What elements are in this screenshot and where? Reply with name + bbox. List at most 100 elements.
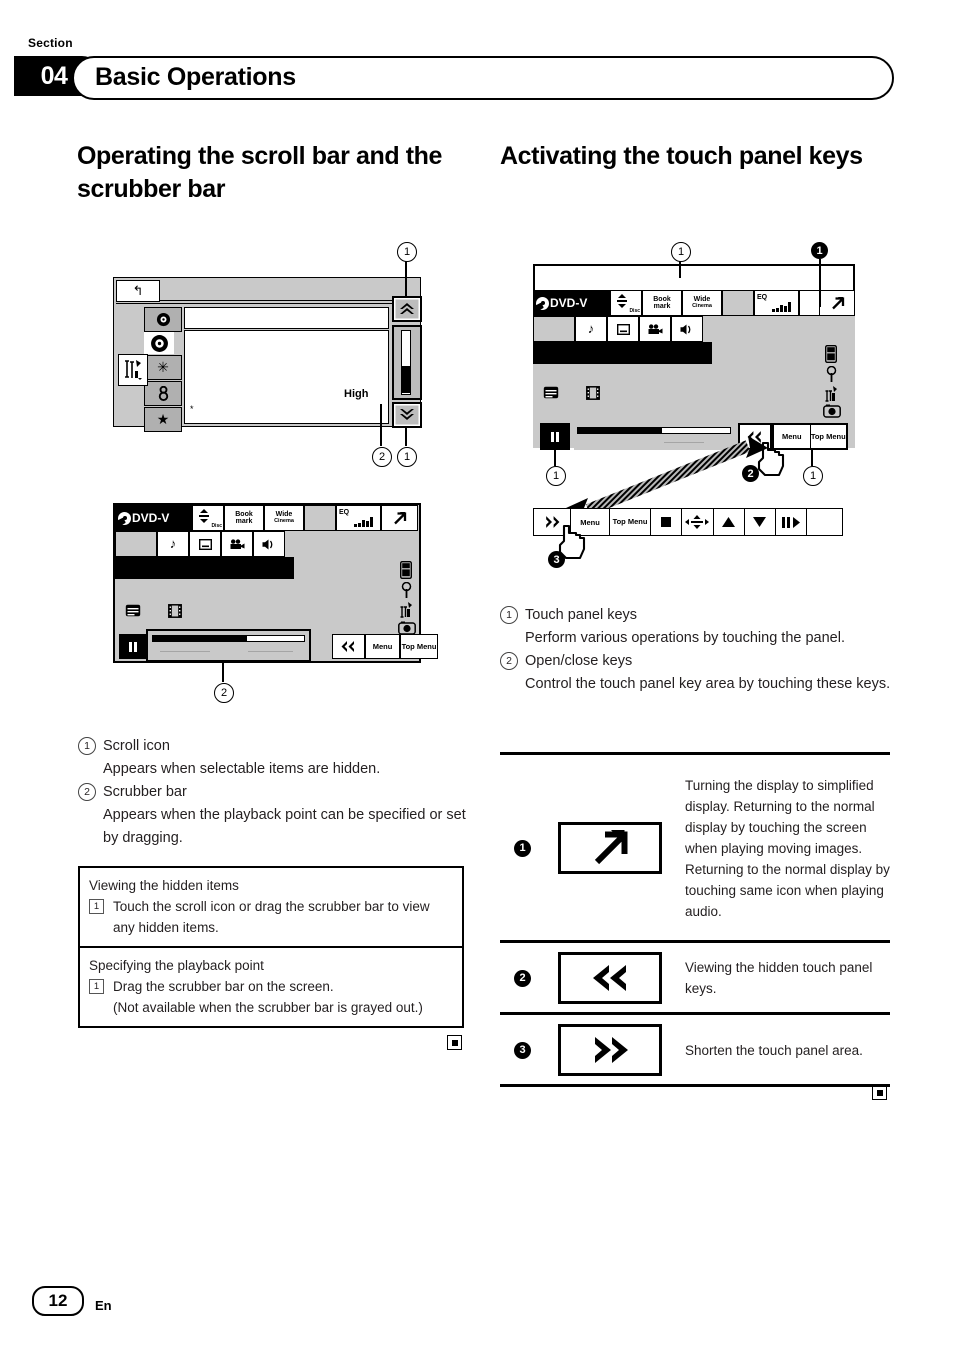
header-key-eq[interactable]: EQ bbox=[754, 290, 799, 316]
icon-reference-table: 1 Turning the display to simplified disp… bbox=[500, 752, 890, 1087]
tools-icon[interactable] bbox=[118, 354, 148, 386]
leader-line-2 bbox=[380, 404, 382, 446]
list-row[interactable] bbox=[184, 307, 389, 329]
list-area[interactable] bbox=[184, 330, 389, 424]
expanded-blank-key[interactable] bbox=[807, 509, 843, 535]
info-band bbox=[533, 342, 712, 364]
star-icon[interactable]: ★ bbox=[144, 407, 182, 432]
disc-icon bbox=[118, 511, 131, 525]
disc-icon[interactable] bbox=[144, 307, 182, 332]
leader-line bbox=[819, 259, 821, 307]
phone-icon[interactable] bbox=[825, 345, 837, 363]
procedure-segment: Specifying the playback point 1 Drag the… bbox=[80, 946, 462, 1026]
back-arrow-icon[interactable]: ↰ bbox=[116, 280, 160, 302]
film-strip-icon bbox=[168, 604, 182, 618]
section-title: Basic Operations bbox=[95, 62, 296, 91]
list-item-body: Perform various operations by touching t… bbox=[525, 630, 845, 646]
leader-line bbox=[679, 260, 681, 278]
step-number: 1 bbox=[89, 979, 104, 994]
callout-2-fig2: 2 bbox=[214, 683, 234, 703]
camera-angle-icon[interactable] bbox=[639, 316, 671, 342]
callout-marker: 2 bbox=[78, 783, 96, 801]
list-item-body: Appears when selectable items are hidden… bbox=[103, 761, 381, 777]
end-mark-left bbox=[447, 1035, 462, 1050]
list-item-title: Touch panel keys bbox=[525, 607, 638, 623]
procedure-title: Specifying the playback point bbox=[89, 958, 264, 973]
list-item-body: Control the touch panel key area by touc… bbox=[525, 676, 891, 692]
camera-angle-icon[interactable] bbox=[221, 531, 253, 557]
music-note-icon[interactable]: ♪ bbox=[157, 531, 189, 557]
header-key-disc[interactable]: Disc bbox=[610, 290, 642, 316]
table-row: 2 Viewing the hidden touch panel keys. bbox=[500, 946, 890, 1010]
header-key-eq[interactable]: EQ bbox=[336, 505, 381, 531]
up-icon[interactable] bbox=[713, 509, 745, 535]
phone-icon[interactable] bbox=[400, 561, 412, 579]
progress-fill bbox=[153, 636, 247, 641]
scroll-down-button[interactable] bbox=[392, 402, 422, 428]
row-icon-cell bbox=[545, 1024, 675, 1076]
simplified-display-icon[interactable] bbox=[381, 505, 418, 531]
header-key-bookmark[interactable]: Book mark bbox=[224, 505, 264, 531]
pause-button[interactable] bbox=[119, 634, 147, 659]
header-key-disc[interactable]: Disc bbox=[192, 505, 224, 531]
second-row-blank[interactable] bbox=[533, 316, 575, 342]
source-label: DVD-V bbox=[115, 505, 192, 531]
callout-1-menu: 1 bbox=[803, 466, 823, 486]
step-number: 1 bbox=[89, 899, 104, 914]
simplified-display-icon[interactable] bbox=[819, 290, 855, 316]
procedure-title: Viewing the hidden items bbox=[89, 878, 239, 893]
down-icon[interactable] bbox=[744, 509, 776, 535]
callout-2-fig1: 2 bbox=[372, 447, 392, 467]
scrubber-track[interactable] bbox=[392, 325, 422, 400]
callout-marker: 2 bbox=[500, 652, 518, 670]
expanded-top-menu-button[interactable]: Top Menu bbox=[610, 509, 651, 535]
second-row-blank[interactable] bbox=[115, 531, 157, 557]
map-pin-icon[interactable] bbox=[826, 366, 837, 383]
menu-button[interactable]: Menu bbox=[365, 634, 400, 659]
heading-left: Operating the scroll bar and the scrubbe… bbox=[77, 142, 443, 203]
subtitle-icon[interactable] bbox=[607, 316, 639, 342]
row-description: Viewing the hidden touch panel keys. bbox=[685, 960, 873, 996]
subtitle-icon[interactable] bbox=[189, 531, 221, 557]
stop-icon[interactable] bbox=[651, 509, 683, 535]
dpad-icon[interactable] bbox=[682, 509, 714, 535]
scrubber-thumb[interactable] bbox=[402, 366, 410, 393]
list-item-title: Scrubber bar bbox=[103, 784, 187, 800]
step-note: (Not available when the scrubber bar is … bbox=[113, 1000, 423, 1015]
step-text: Touch the scroll icon or drag the scrubb… bbox=[113, 899, 430, 935]
header-key-widecinema[interactable]: Wide Cinema bbox=[264, 505, 304, 531]
header-key-blank[interactable] bbox=[722, 290, 754, 316]
heading-right: Activating the touch panel keys bbox=[500, 142, 863, 170]
procedure-step: 1 Drag the scrubber bar on the screen. (… bbox=[89, 976, 453, 1018]
tools-icon[interactable] bbox=[825, 385, 839, 403]
asterisk-mark: * bbox=[190, 404, 194, 414]
film-strip-icon bbox=[586, 386, 600, 400]
asterisk-icon[interactable]: ✳ bbox=[144, 355, 182, 380]
header-key-widecinema[interactable]: Wide Cinema bbox=[682, 290, 722, 316]
key-icon[interactable] bbox=[144, 381, 182, 406]
header-key-bookmark[interactable]: Book mark bbox=[642, 290, 682, 316]
music-note-icon[interactable]: ♪ bbox=[575, 316, 607, 342]
open-close-left-button[interactable] bbox=[332, 634, 365, 659]
camera-icon[interactable] bbox=[823, 404, 841, 418]
top-menu-button[interactable]: Top Menu bbox=[400, 634, 438, 659]
row-icon-cell bbox=[545, 952, 675, 1004]
pause-step-icon[interactable] bbox=[776, 509, 808, 535]
scroll-up-button[interactable] bbox=[392, 296, 422, 322]
callout-1-fig1-top: 1 bbox=[397, 242, 417, 262]
scrubber-bar-left[interactable] bbox=[146, 629, 311, 662]
audio-icon[interactable] bbox=[253, 531, 285, 557]
tools-icon[interactable] bbox=[400, 601, 414, 619]
map-pin-icon[interactable] bbox=[401, 582, 412, 599]
list-item: 1 Touch panel keys bbox=[500, 604, 895, 627]
camera-icon[interactable] bbox=[398, 621, 416, 635]
header-key-blank[interactable] bbox=[304, 505, 336, 531]
info-band bbox=[115, 557, 294, 579]
disc-icon bbox=[536, 296, 549, 310]
disc-small-icon[interactable] bbox=[144, 332, 174, 354]
row-description: Shorten the touch panel area. bbox=[685, 1042, 863, 1058]
procedure-step: 1 Touch the scroll icon or drag the scru… bbox=[89, 896, 453, 938]
equalizer-bars-icon bbox=[354, 517, 373, 527]
audio-icon[interactable] bbox=[671, 316, 703, 342]
top-menu-button-right[interactable]: Top Menu bbox=[811, 425, 847, 448]
